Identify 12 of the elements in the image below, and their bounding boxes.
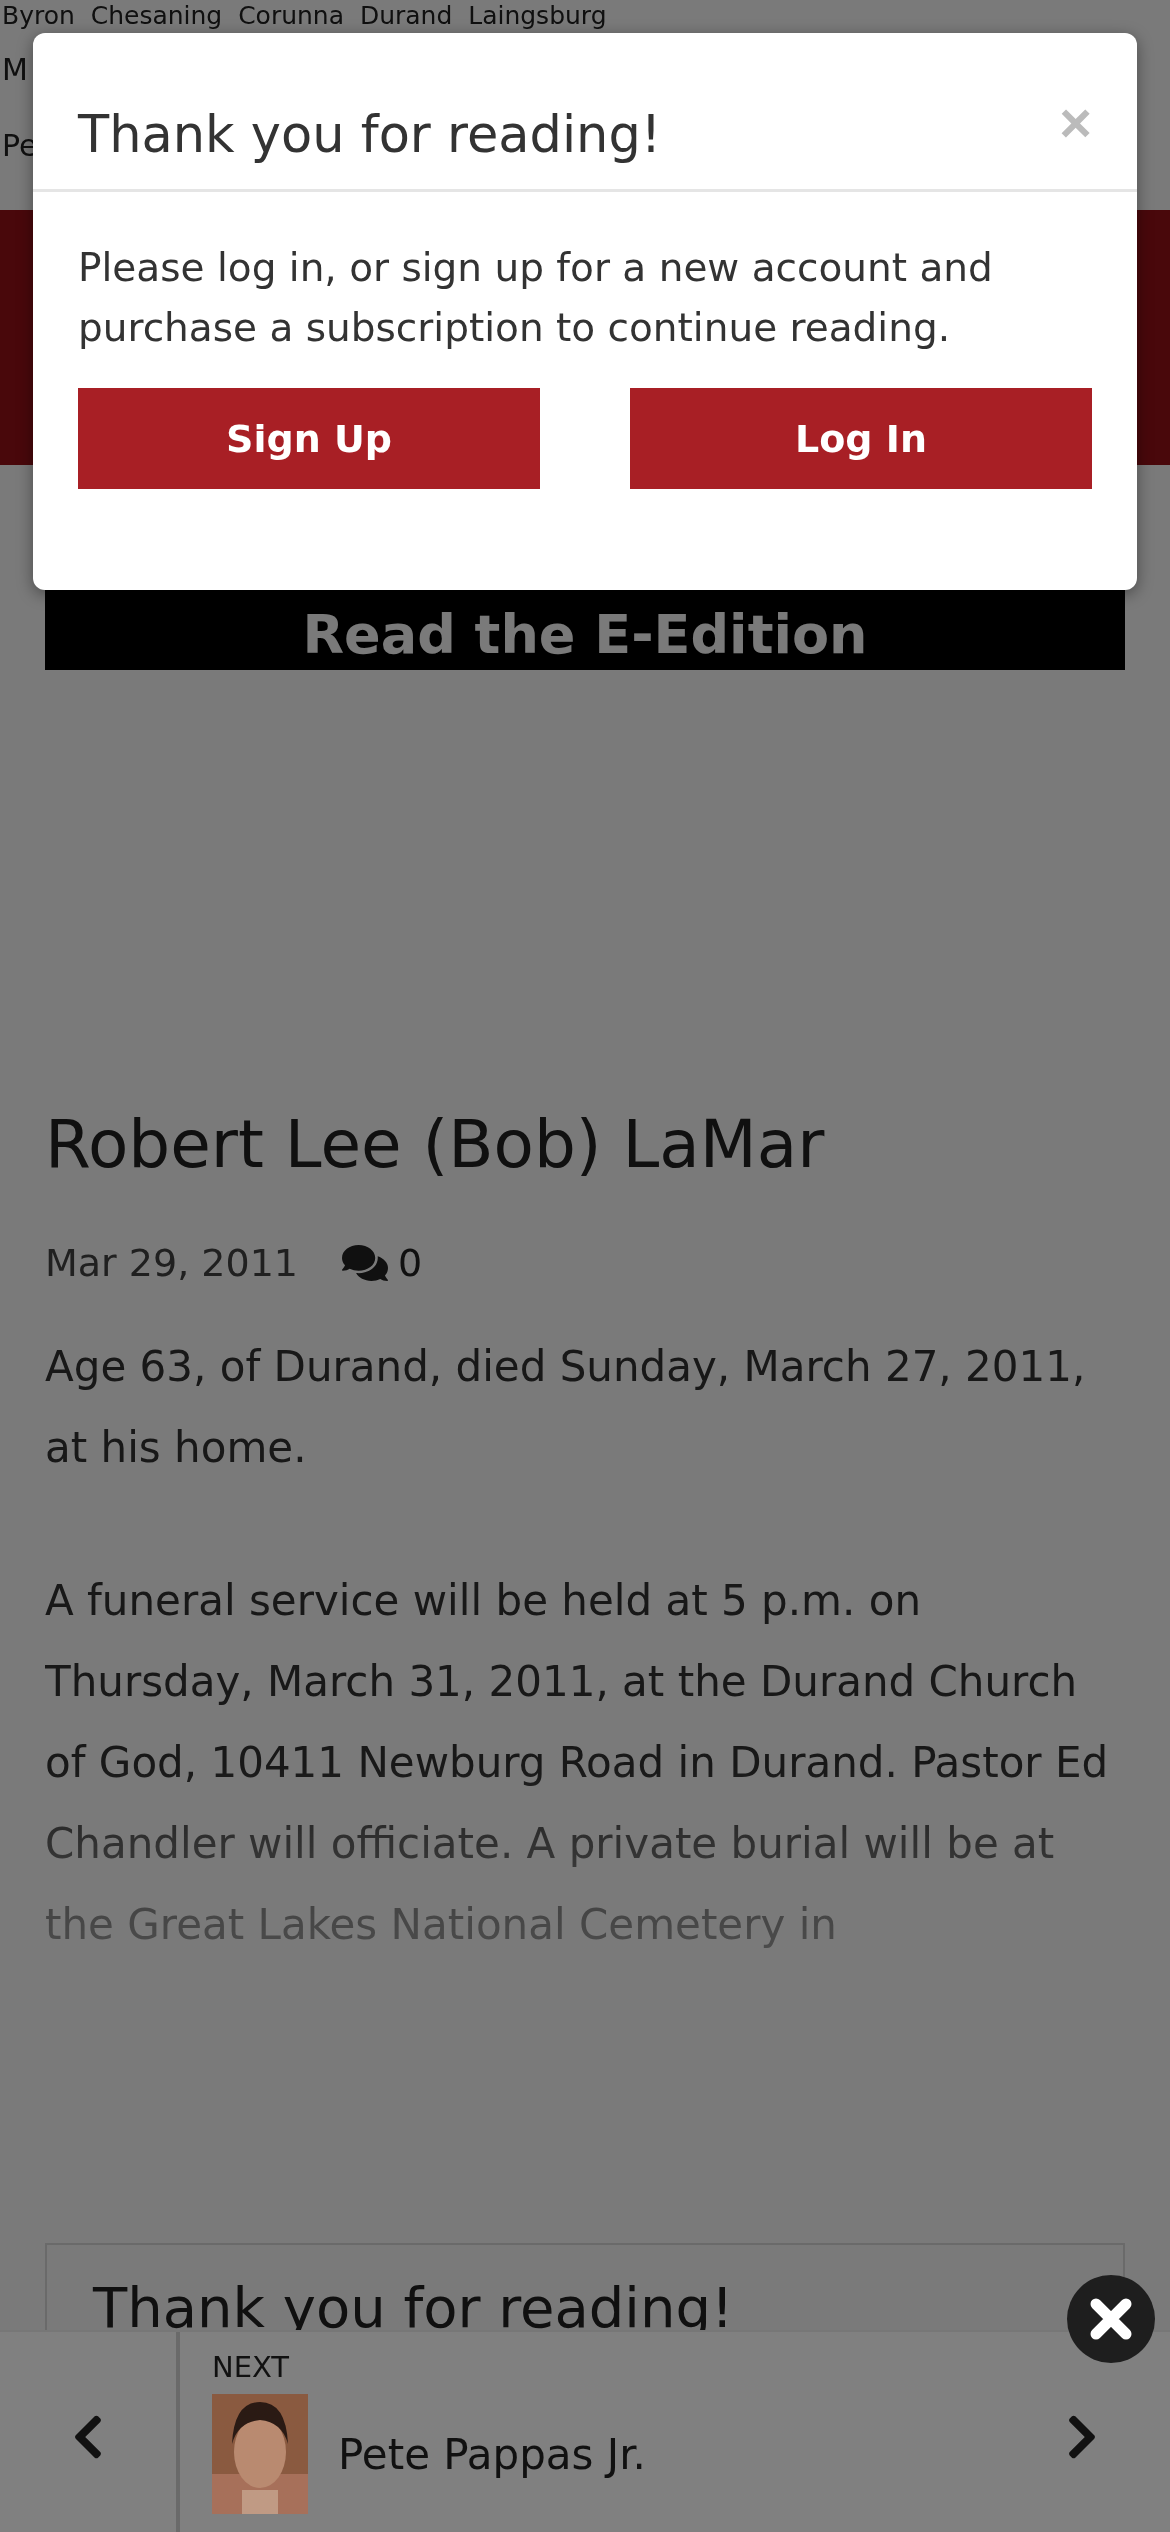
modal-message: Please log in, or sign up for a new account and purchase a subscription to continue reading. xyxy=(78,244,994,352)
modal-title: Thank you for reading! xyxy=(78,105,662,164)
town-list: Byron Chesaning Corunna Durand Laingsburg xyxy=(2,0,1170,32)
next-article-title[interactable]: Pete Pappas Jr. xyxy=(338,2429,646,2479)
comments-link[interactable]: 0 xyxy=(342,1240,423,1286)
article-date: Mar 29, 2011 xyxy=(45,1241,298,1285)
log-in-button[interactable]: Log In xyxy=(630,388,1092,489)
article-paragraph: Age 63, of Durand, died Sunday, March 27, 2011, at his home. xyxy=(45,1341,1087,1474)
nav-text: M xyxy=(2,51,29,89)
article-title: Robert Lee (Bob) LaMar xyxy=(45,1105,826,1185)
next-label: NEXT xyxy=(212,2350,291,2384)
sign-up-button[interactable]: Sign Up xyxy=(78,388,540,489)
